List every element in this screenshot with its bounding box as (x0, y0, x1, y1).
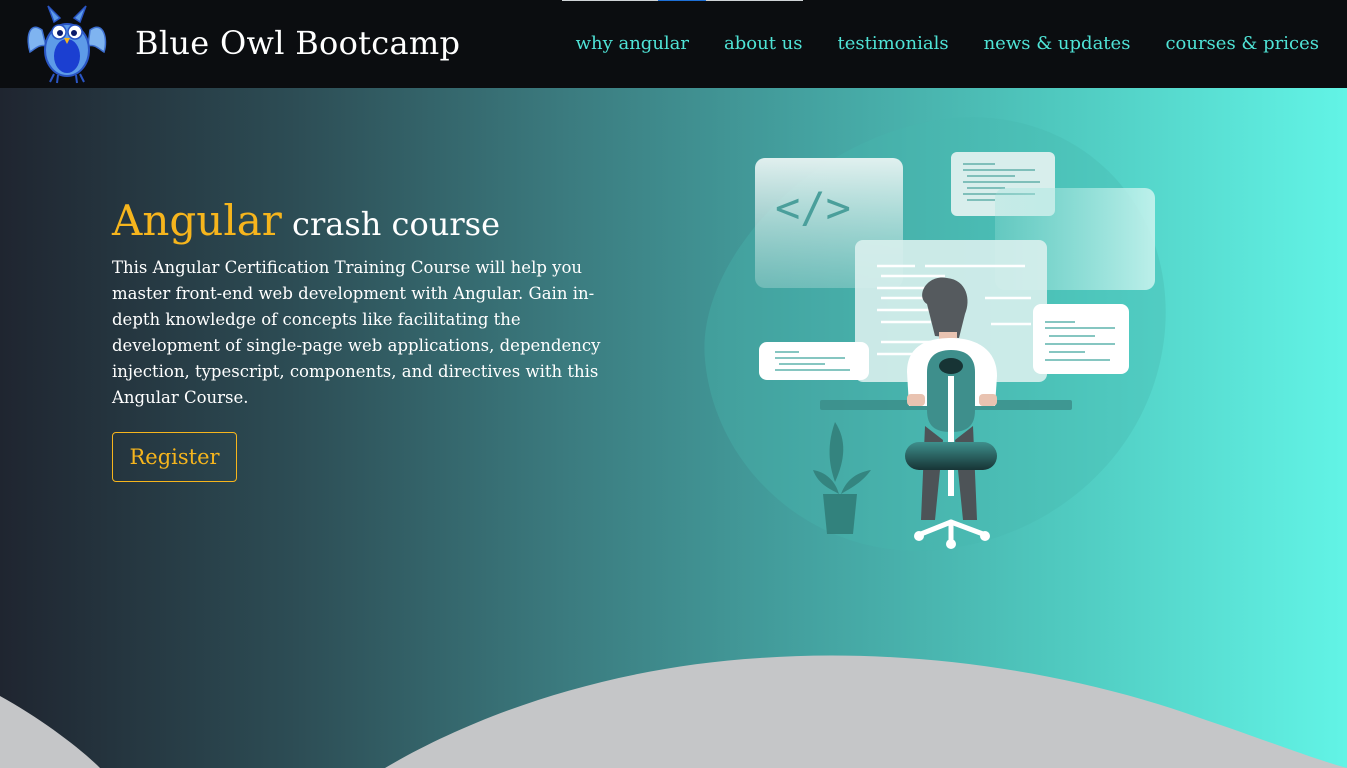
navbar: Blue Owl Bootcamp why angular about us t… (0, 0, 1347, 88)
hero-title-rest: crash course (292, 205, 500, 243)
hero-copy: Angular crash course This Angular Certif… (112, 196, 622, 411)
code-symbol-icon: </> (775, 183, 851, 232)
text-card-left (759, 342, 869, 380)
bottom-wave (0, 655, 1347, 768)
nav-link-about-us[interactable]: about us (724, 33, 802, 54)
nav-link-news-updates[interactable]: news & updates (984, 33, 1131, 54)
brand-name[interactable]: Blue Owl Bootcamp (135, 24, 460, 62)
hero-title-accent: Angular (112, 196, 282, 245)
owl-logo-icon[interactable] (24, 0, 110, 86)
text-card-right (1033, 304, 1129, 374)
nav-link-testimonials[interactable]: testimonials (837, 33, 948, 54)
nav-link-courses-prices[interactable]: courses & prices (1165, 33, 1319, 54)
hero-section: Angular crash course This Angular Certif… (0, 88, 1347, 768)
hero-title: Angular crash course (112, 196, 622, 245)
hero-description: This Angular Certification Training Cour… (112, 258, 601, 407)
register-button[interactable]: Register (112, 432, 237, 482)
nav-link-why-angular[interactable]: why angular (576, 33, 689, 54)
top-progress-strip-accent (658, 0, 706, 1)
developer-at-desk-illustration: </> (704, 117, 1166, 551)
main-nav: why angular about us testimonials news &… (576, 33, 1319, 54)
